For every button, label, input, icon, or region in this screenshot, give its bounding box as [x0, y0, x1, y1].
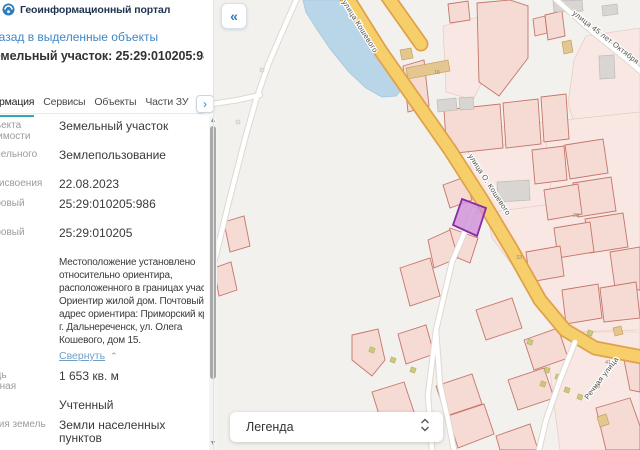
attribute-row: Вид объекта недвижимости Земельный участо…: [0, 119, 204, 143]
parcel-title: Земельный участок: 25:29:010205:986: [0, 49, 204, 63]
building-gray: [436, 97, 458, 113]
map-parcel[interactable]: [540, 93, 570, 143]
building-tan: [399, 47, 414, 61]
map-parcel[interactable]: [447, 0, 471, 24]
attribute-value: 25:29:010205: [59, 226, 133, 240]
attribute-row: Категория земель Земли населенных пунктов: [0, 419, 204, 445]
attribute-row: Вид земельного участка Землепользование: [0, 149, 204, 171]
attribute-row: Кадастровый квартал 25:29:010205: [0, 227, 204, 249]
legend-label: Легенда: [246, 420, 294, 434]
house-number: 43: [594, 384, 600, 390]
tabs-divider: [0, 113, 204, 114]
map-parcel[interactable]: [531, 145, 568, 185]
attribute-label: Вид объекта недвижимости: [0, 120, 31, 142]
attribute-label: Адрес: [0, 256, 59, 363]
attribute-label: Кадастровый номер: [0, 198, 25, 209]
attribute-row: Площадь уточненная 1 653 кв. м: [0, 369, 204, 393]
legend-bar[interactable]: Легенда: [230, 412, 443, 442]
attribute-label: Кадастровый квартал: [0, 227, 25, 238]
house-number: 41: [605, 360, 611, 366]
building-gray: [601, 3, 619, 17]
attribute-value: Земельный участок: [59, 119, 169, 133]
chevron-up-icon: ⌃: [110, 351, 118, 361]
tabs-scroll-right-button[interactable]: ›: [196, 95, 214, 113]
portal-logo-icon: [2, 3, 15, 16]
map-parcel[interactable]: [502, 98, 542, 149]
attribute-row: СтатусУчтенный: [0, 399, 204, 412]
building-gray: [598, 54, 616, 80]
attribute-value: 25:29:010205:986: [59, 197, 156, 211]
attribute-value: Местоположение установлено относительно о…: [59, 257, 204, 363]
attribute-value: 22.08.2023: [59, 177, 120, 191]
attribute-value: Учтенный: [59, 398, 114, 412]
back-to-selected-objects-link[interactable]: Назад в выделенные объекты: [0, 30, 158, 44]
panel-collapse-button[interactable]: «: [221, 3, 247, 29]
attribute-value: Земли населенных пунктов: [59, 418, 166, 445]
building-tan: [561, 39, 574, 55]
map-parcel[interactable]: [561, 283, 603, 325]
building-tan: [612, 325, 624, 337]
attribute-row: АдресМестоположение установленоотносител…: [0, 256, 204, 363]
attribute-row: Дата присвоения 22.08.2023: [0, 178, 204, 191]
building-gray: [458, 96, 475, 111]
attribute-label: Категория земель: [0, 419, 46, 430]
collapse-address-link[interactable]: Свернуть: [59, 350, 105, 363]
portal-header: Геоинформационный портал: [0, 0, 204, 26]
attribute-row: Кадастровый номер 25:29:010205:986: [0, 198, 204, 220]
map-parcel[interactable]: [564, 138, 609, 180]
panel-map-divider: [213, 0, 214, 450]
attribute-value: 1 653 кв. м: [59, 369, 119, 383]
map-parcel[interactable]: [544, 10, 566, 41]
portal-title: Геоинформационный портал: [20, 4, 171, 16]
map-parcel[interactable]: [532, 15, 548, 37]
attribute-label: Вид земельного участка: [0, 149, 38, 160]
map-canvas[interactable]: улица Кошевогоулица О. Кошевогоулица 45 …: [214, 0, 640, 450]
attribute-label: Дата присвоения: [0, 178, 43, 189]
attribute-label: Статус: [0, 399, 59, 412]
attribute-label: Площадь уточненная: [0, 370, 17, 392]
attribute-value: Землепользование: [59, 148, 166, 162]
legend-expand-icon[interactable]: [420, 418, 430, 437]
info-panel: Геоинформационный портал Назад в выделен…: [0, 0, 204, 450]
road-node: [235, 119, 241, 125]
parcel-attributes: Вид объекта недвижимости Земельный участо…: [0, 120, 204, 450]
house-number: 28: [573, 213, 579, 219]
map-parcel[interactable]: [599, 281, 640, 323]
house-number: 33: [516, 255, 522, 261]
road-node: [259, 67, 265, 73]
house-number: 16: [434, 70, 440, 76]
